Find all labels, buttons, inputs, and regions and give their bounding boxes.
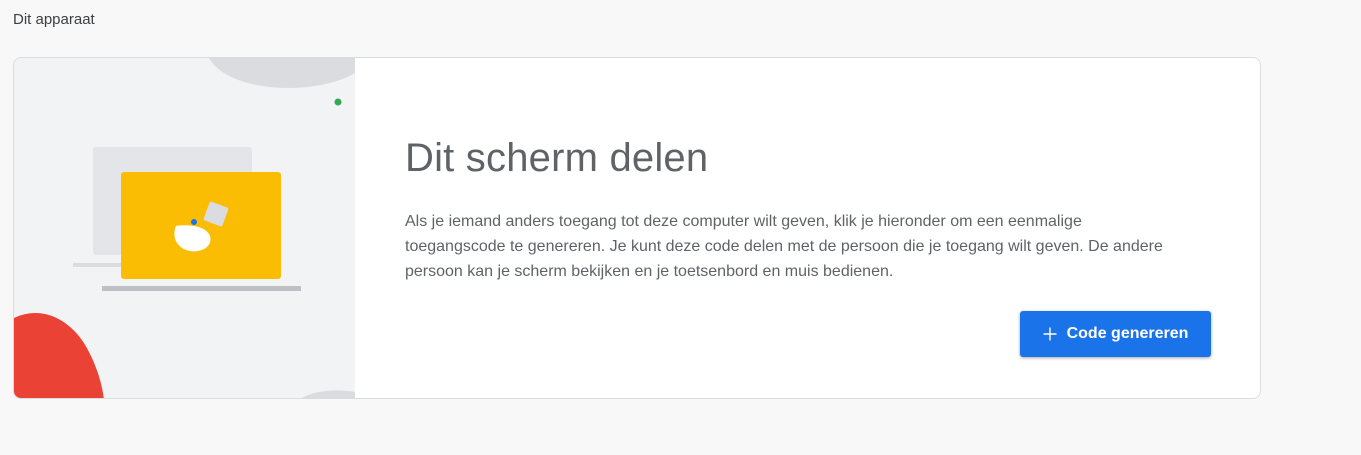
laptop-screen bbox=[121, 172, 281, 279]
page: Dit apparaat Dit scherm delen Als je iem… bbox=[0, 0, 1361, 455]
grey-blob-top bbox=[209, 58, 355, 88]
section-heading: Dit apparaat bbox=[13, 11, 95, 28]
green-dot bbox=[334, 98, 342, 106]
card-title: Dit scherm delen bbox=[405, 136, 709, 180]
plus-icon bbox=[1043, 327, 1057, 341]
share-screen-illustration bbox=[14, 58, 355, 398]
share-screen-card: Dit scherm delen Als je iemand anders to… bbox=[13, 57, 1261, 399]
card-description: Als je iemand anders toegang tot deze co… bbox=[405, 213, 1163, 280]
generate-code-button-label: Code genereren bbox=[1066, 325, 1189, 342]
laptop-base bbox=[102, 286, 301, 291]
illustration-graphic bbox=[14, 58, 355, 398]
generate-code-button[interactable]: Code genereren bbox=[1020, 311, 1211, 357]
grey-blob-bottom bbox=[302, 390, 355, 398]
card-content: Dit scherm delen Als je iemand anders to… bbox=[355, 58, 1260, 398]
blue-dot bbox=[191, 219, 197, 225]
red-blob bbox=[14, 313, 104, 398]
